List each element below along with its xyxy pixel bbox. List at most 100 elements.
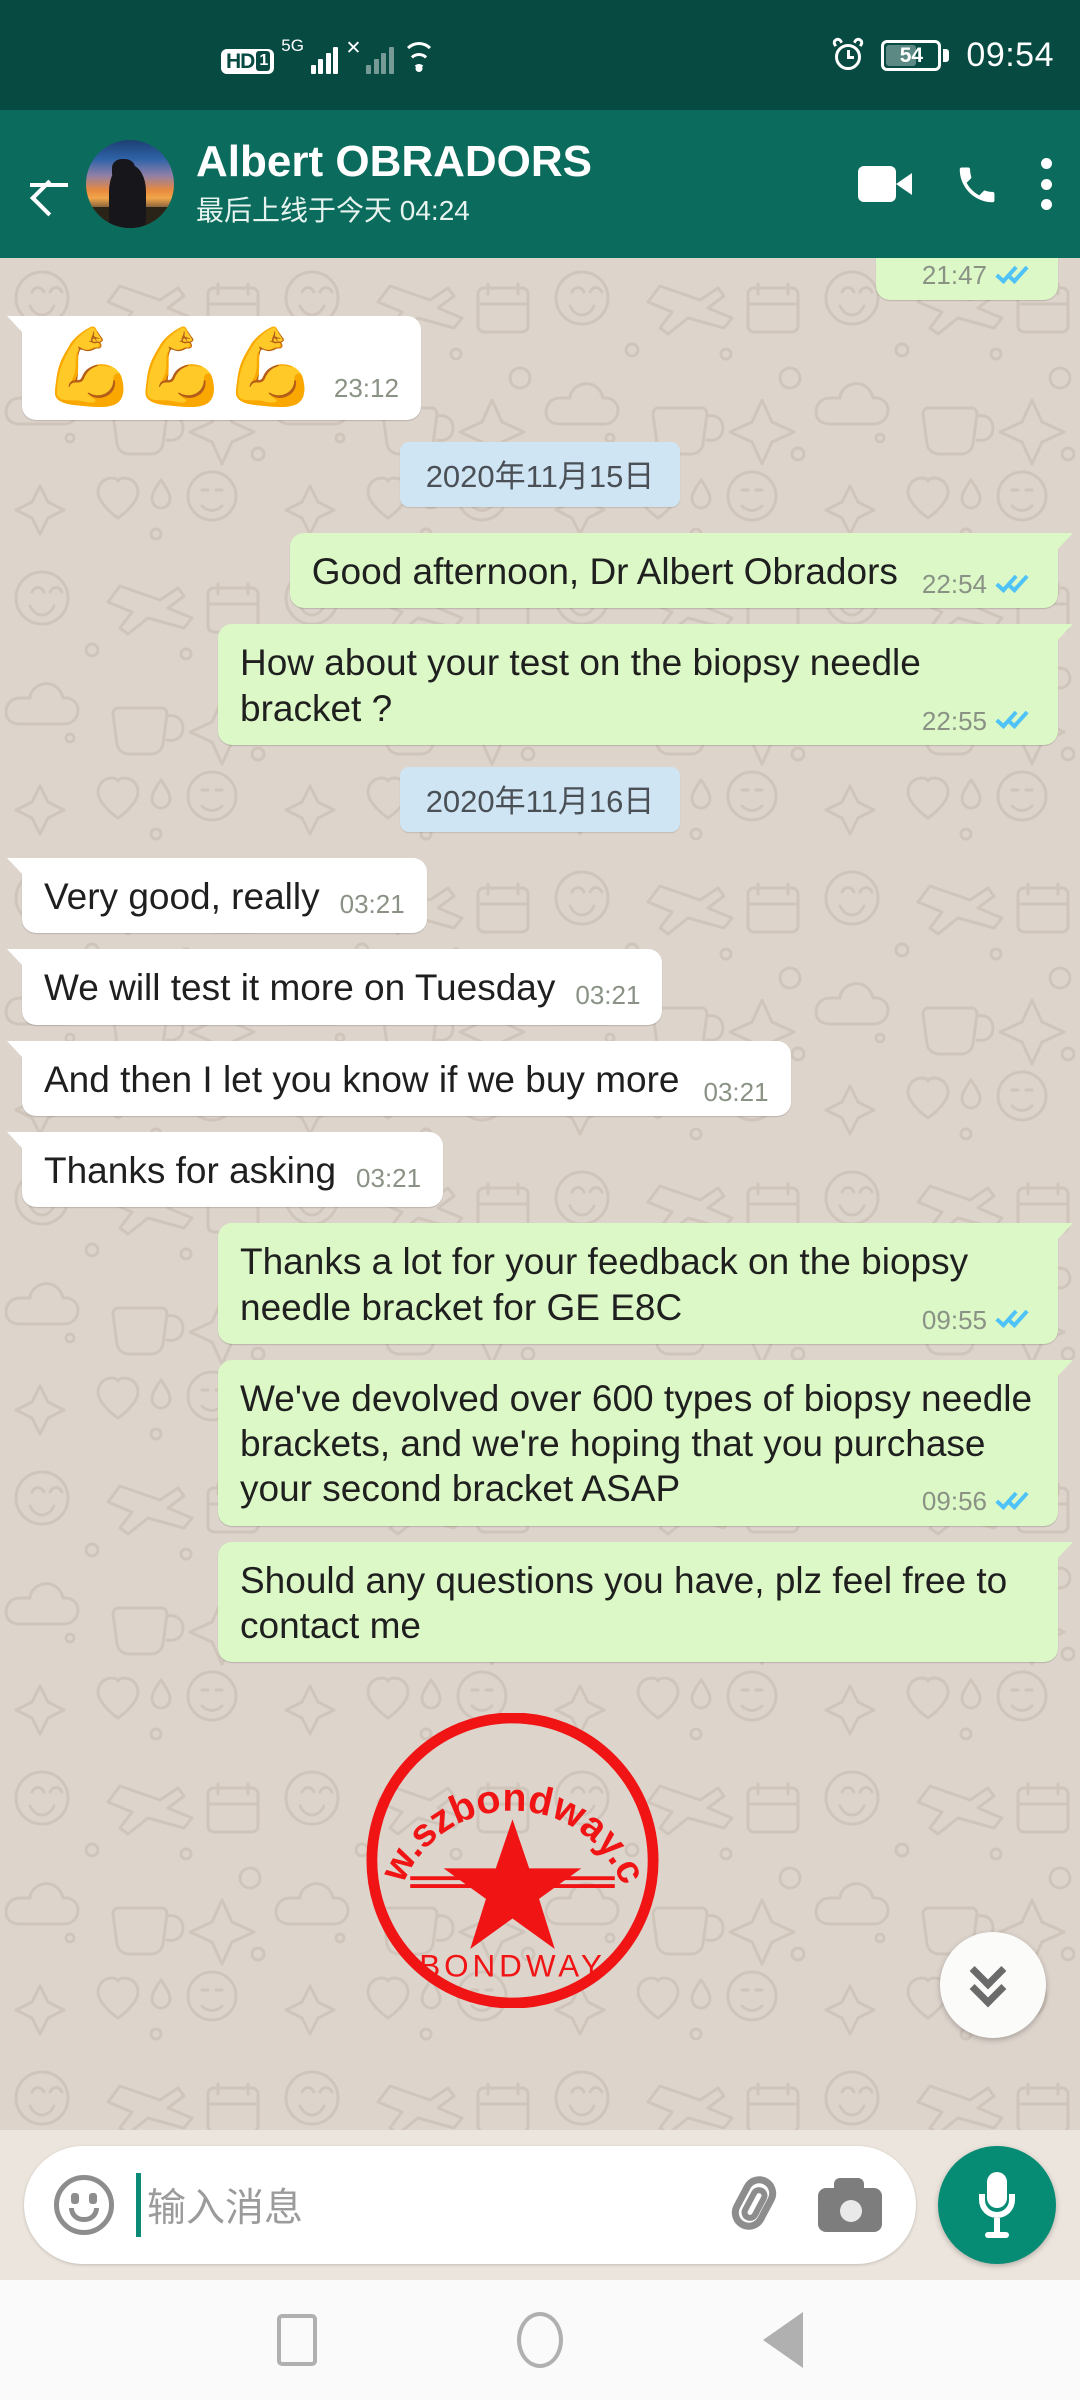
- back-arrow-icon[interactable]: [22, 157, 76, 211]
- status-bar-left: HD 1 5G ✕: [26, 37, 832, 74]
- message-row: And then I let you know if we buy more 03…: [7, 1040, 1058, 1117]
- message-meta: 21:47: [922, 260, 1036, 292]
- incoming-message-bubble[interactable]: Thanks for asking 03:21: [6, 1132, 444, 1208]
- voice-record-button[interactable]: [938, 2146, 1056, 2264]
- message-input-placeholder[interactable]: 输入消息: [147, 2177, 726, 2233]
- contact-name: Albert OBRADORS: [196, 138, 593, 186]
- message-list: 21:47 💪💪💪 23:12 2020年11月15日 Good afternoon, …: [0, 258, 1080, 1678]
- home-circle-icon[interactable]: [517, 2312, 563, 2368]
- message-timestamp: 21:47: [921, 260, 987, 290]
- message-text: Very good, really: [44, 876, 320, 918]
- wifi-icon: [401, 41, 437, 74]
- signal-bars-secondary-icon: [366, 44, 394, 74]
- avatar[interactable]: [86, 140, 174, 228]
- message-text: Should any questions you have, plz feel …: [240, 1560, 1008, 1647]
- more-options-icon[interactable]: [1040, 158, 1052, 210]
- date-chip-label: 2020年11月16日: [399, 767, 681, 833]
- message-timestamp: 03:21: [339, 889, 405, 920]
- incoming-message-bubble[interactable]: We will test it more on Tuesday 03:21: [6, 949, 663, 1025]
- read-receipt-icon: [995, 1487, 1036, 1513]
- no-service-x-icon: ✕: [345, 37, 362, 59]
- read-receipt-icon: [995, 569, 1036, 596]
- message-row: Should any questions you have, plz feel …: [22, 1542, 1073, 1663]
- outgoing-message-bubble[interactable]: Good afternoon, Dr Albert Obradors 22:54: [289, 532, 1074, 609]
- message-timestamp: 22:54: [921, 568, 987, 599]
- date-chip-label: 2020年11月15日: [399, 441, 681, 507]
- message-text: We've devolved over 600 types of biopsy …: [240, 1378, 1033, 1510]
- chat-message-area[interactable]: 21:47 💪💪💪 23:12 2020年11月15日 Good afternoon, …: [0, 258, 1080, 2130]
- message-row: Good afternoon, Dr Albert Obradors 22:54: [22, 532, 1074, 609]
- message-meta: 22:54: [922, 569, 1036, 601]
- message-text: And then I let you know if we buy more: [44, 1058, 680, 1100]
- attachment-clip-icon[interactable]: [725, 2170, 784, 2237]
- message-row: 💪💪💪 23:12: [7, 315, 1058, 420]
- text-cursor: [136, 2173, 141, 2237]
- back-triangle-icon[interactable]: [763, 2312, 803, 2368]
- message-row: We will test it more on Tuesday 03:21: [6, 949, 1058, 1025]
- message-meta: 09:56: [922, 1486, 1036, 1518]
- scroll-to-bottom-button[interactable]: [940, 1932, 1046, 2038]
- sim-label: 1: [256, 51, 271, 71]
- incoming-message-bubble[interactable]: And then I let you know if we buy more 03…: [7, 1040, 791, 1117]
- voice-call-icon[interactable]: [954, 162, 998, 206]
- outgoing-message-bubble[interactable]: 21:47: [875, 258, 1058, 300]
- chat-app-bar: Albert OBRADORS 最后上线于今天 04:24: [0, 110, 1080, 258]
- outgoing-message-bubble[interactable]: How about your test on the biopsy needle…: [218, 624, 1073, 746]
- message-timestamp: 23:12: [333, 372, 399, 403]
- message-timestamp: 03:21: [575, 980, 641, 1011]
- incoming-message-bubble[interactable]: 💪💪💪 23:12: [7, 315, 421, 420]
- message-text: How about your test on the biopsy needle…: [240, 642, 921, 729]
- android-navigation-bar: [0, 2280, 1080, 2400]
- recents-square-icon[interactable]: [277, 2314, 317, 2366]
- outgoing-message-bubble[interactable]: Thanks a lot for your feedback on the bi…: [218, 1223, 1073, 1345]
- battery-percent: 54: [899, 43, 924, 67]
- status-bar-clock: 09:54: [966, 35, 1054, 74]
- message-row: 21:47: [22, 258, 1058, 300]
- message-timestamp: 22:55: [921, 705, 987, 736]
- message-timestamp: 03:21: [703, 1076, 769, 1107]
- message-text: 💪💪💪: [42, 324, 318, 410]
- message-row: Thanks for asking 03:21: [6, 1132, 1058, 1208]
- video-call-icon[interactable]: [858, 166, 912, 202]
- hd-voice-icon: HD 1: [221, 48, 275, 74]
- network-type-label: 5G: [281, 35, 304, 55]
- message-meta: 03:21: [704, 1077, 769, 1109]
- double-chevron-down-icon: [967, 1952, 1019, 2008]
- signal-bars-icon: [310, 44, 339, 74]
- date-divider: 2020年11月16日: [22, 767, 1058, 833]
- outgoing-message-bubble[interactable]: Should any questions you have, plz feel …: [218, 1542, 1073, 1663]
- phone-screen: HD 1 5G ✕ 54 09:54 Albert OBRADORS 最后上线于…: [0, 0, 1080, 2400]
- camera-icon[interactable]: [818, 2178, 882, 2232]
- date-divider: 2020年11月15日: [22, 441, 1058, 507]
- status-bar: HD 1 5G ✕ 54 09:54: [0, 0, 1080, 110]
- contact-last-seen: 最后上线于今天 04:24: [196, 195, 470, 227]
- hd-label: HD: [226, 49, 255, 73]
- message-row: Very good, really 03:21: [7, 858, 1058, 934]
- message-timestamp: 09:56: [921, 1486, 987, 1517]
- alarm-icon: [831, 35, 866, 71]
- message-meta: 22:55: [922, 706, 1036, 738]
- message-row: We've devolved over 600 types of biopsy …: [22, 1360, 1073, 1527]
- emoji-icon[interactable]: [54, 2175, 114, 2235]
- battery-icon: 54: [881, 39, 950, 71]
- status-bar-right: 54 09:54: [831, 35, 1054, 75]
- read-receipt-icon: [995, 260, 1036, 287]
- app-bar-actions: [858, 158, 1058, 210]
- message-row: Thanks a lot for your feedback on the bi…: [22, 1223, 1073, 1345]
- read-receipt-icon: [995, 706, 1036, 732]
- message-text: Thanks a lot for your feedback on the bi…: [240, 1241, 969, 1328]
- message-meta: 23:12: [334, 373, 399, 405]
- message-meta: 03:21: [340, 889, 405, 921]
- message-text: Thanks for asking: [44, 1150, 337, 1192]
- message-text: We will test it more on Tuesday: [44, 967, 556, 1009]
- message-meta: 03:21: [575, 980, 640, 1012]
- message-timestamp: 03:21: [356, 1163, 422, 1194]
- message-text: Good afternoon, Dr Albert Obradors: [311, 550, 898, 592]
- contact-header[interactable]: Albert OBRADORS 最后上线于今天 04:24: [196, 139, 858, 229]
- message-input-bar: 输入消息: [0, 2130, 1080, 2280]
- message-timestamp: 09:55: [921, 1304, 987, 1335]
- message-row: How about your test on the biopsy needle…: [22, 624, 1073, 746]
- message-input-pill[interactable]: 输入消息: [24, 2146, 916, 2264]
- incoming-message-bubble[interactable]: Very good, really 03:21: [7, 858, 427, 934]
- outgoing-message-bubble[interactable]: We've devolved over 600 types of biopsy …: [218, 1360, 1073, 1527]
